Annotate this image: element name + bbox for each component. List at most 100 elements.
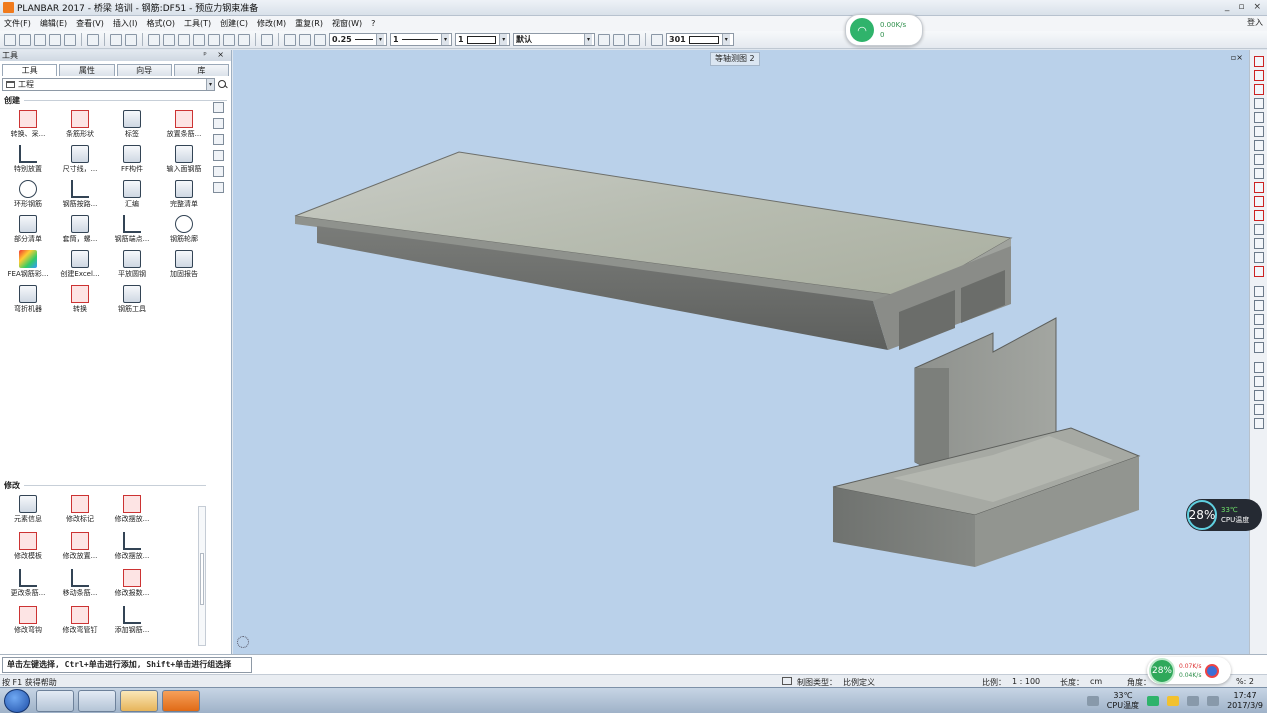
panel-side-icon[interactable] bbox=[213, 166, 224, 177]
menu-format[interactable]: 格式(O) bbox=[146, 18, 175, 29]
print-preview-icon[interactable] bbox=[64, 33, 76, 46]
tool-modify-hook[interactable]: 修改弯钩 bbox=[4, 606, 52, 635]
edit-icon[interactable] bbox=[1253, 238, 1264, 249]
tool-reinforce-report[interactable]: 加固报告 bbox=[160, 250, 208, 279]
volume-icon[interactable] bbox=[1207, 696, 1220, 706]
filter-icon[interactable] bbox=[1253, 342, 1264, 353]
cut-icon[interactable] bbox=[148, 33, 160, 46]
tool-modify-layout[interactable]: 修改摆放... bbox=[108, 532, 156, 561]
tool-modify-placement[interactable]: 修改摆放... bbox=[108, 495, 156, 524]
tool-flat-round-bar[interactable]: 平放圆钢 bbox=[108, 250, 156, 279]
tool-bar-end[interactable]: 钢筋端点... bbox=[108, 215, 156, 244]
filter-icon[interactable] bbox=[1253, 362, 1264, 373]
copy-icon[interactable] bbox=[1253, 154, 1264, 165]
delete-icon[interactable] bbox=[193, 33, 205, 46]
tool-label-tag[interactable]: 标签 bbox=[108, 110, 156, 139]
tool-bending-machine[interactable]: 弯折机器 bbox=[4, 285, 52, 314]
menu-help[interactable]: ? bbox=[371, 19, 375, 28]
brush-icon[interactable] bbox=[1253, 286, 1264, 297]
funnel-icon[interactable] bbox=[1253, 418, 1264, 429]
tool-bar-path[interactable]: 钢筋按路... bbox=[56, 180, 104, 209]
tool-change-bar[interactable]: 更改条筋... bbox=[4, 569, 52, 598]
pen-thickness-select[interactable]: 0.25 ▾ bbox=[329, 33, 387, 46]
tool-element-info[interactable]: 元素信息 bbox=[4, 495, 52, 524]
minimize-button[interactable]: _ bbox=[1225, 2, 1230, 12]
search-icon[interactable] bbox=[217, 79, 229, 91]
menu-view[interactable]: 查看(V) bbox=[76, 18, 104, 29]
stretch-icon[interactable] bbox=[1253, 112, 1264, 123]
copy-icon[interactable] bbox=[163, 33, 175, 46]
mirror-line-icon[interactable] bbox=[1253, 140, 1264, 151]
scrollbar-thumb[interactable] bbox=[200, 553, 204, 605]
tool-fea-color[interactable]: FEA钢筋彩... bbox=[4, 250, 52, 279]
tab-properties[interactable]: 属性 bbox=[59, 64, 115, 76]
menu-window[interactable]: 视窗(W) bbox=[332, 18, 362, 29]
tool-modify-bend-pin[interactable]: 修改弯管钉 bbox=[56, 606, 104, 635]
signal-icon[interactable] bbox=[1187, 696, 1200, 706]
clock[interactable]: 17:47 2017/3/9 bbox=[1227, 691, 1263, 711]
style-number-select[interactable]: 301 ▾ bbox=[666, 33, 734, 46]
tool-add-rebar[interactable]: 添加钢筋... bbox=[108, 606, 156, 635]
keyboard-icon[interactable] bbox=[1086, 696, 1099, 706]
start-button[interactable] bbox=[4, 689, 30, 713]
pencil-red-icon[interactable] bbox=[1253, 70, 1264, 81]
tool-ff-component[interactable]: FF构件 bbox=[108, 145, 156, 174]
cpu-temperature-widget[interactable]: 28% 33℃ CPU温度 bbox=[1186, 499, 1262, 531]
pen-icon[interactable] bbox=[299, 33, 311, 46]
resize-icon[interactable] bbox=[1253, 252, 1264, 263]
tool-bar-outline[interactable]: 钢筋轮廓 bbox=[160, 215, 208, 244]
pipette-icon[interactable] bbox=[314, 33, 326, 46]
tool-modify-template[interactable]: 修改模板 bbox=[4, 532, 52, 561]
modify-scrollbar[interactable] bbox=[198, 506, 206, 646]
menu-tools[interactable]: 工具(T) bbox=[184, 18, 211, 29]
tab-library[interactable]: 库 bbox=[173, 64, 229, 76]
tab-tools[interactable]: 工具 bbox=[2, 64, 58, 76]
open-file-icon[interactable] bbox=[19, 33, 31, 46]
cube-view-icon[interactable] bbox=[238, 33, 250, 46]
tool-bar-shape[interactable]: 条筋形状 bbox=[56, 110, 104, 139]
format-paint-icon[interactable] bbox=[284, 33, 296, 46]
panel-side-icon[interactable] bbox=[213, 102, 224, 113]
align-icon[interactable] bbox=[1253, 300, 1264, 311]
chevron-down-icon[interactable]: ▾ bbox=[721, 34, 730, 45]
plot-icon[interactable] bbox=[49, 33, 61, 46]
modify-red-icon[interactable] bbox=[1253, 182, 1264, 193]
close-button[interactable]: × bbox=[1253, 2, 1261, 12]
project-select[interactable]: 工程 ▾ bbox=[2, 78, 215, 91]
undo-icon[interactable] bbox=[110, 33, 122, 46]
chevron-down-icon[interactable]: ▾ bbox=[376, 34, 384, 45]
tool-partial-list[interactable]: 部分清单 bbox=[4, 215, 52, 244]
pencil-red-icon[interactable] bbox=[1253, 84, 1264, 95]
tool-move-bar[interactable]: 移动条筋... bbox=[56, 569, 104, 598]
filter-icon[interactable] bbox=[1253, 314, 1264, 325]
network-speed-widget[interactable]: ◠ 0.00K/s 0 bbox=[845, 14, 923, 46]
menu-modify[interactable]: 修改(M) bbox=[257, 18, 286, 29]
taskbar-app-media[interactable] bbox=[120, 690, 158, 712]
tool-full-list[interactable]: 完整清单 bbox=[160, 180, 208, 209]
funnel-icon[interactable] bbox=[1253, 404, 1264, 415]
filter-icon[interactable] bbox=[1253, 328, 1264, 339]
menu-create[interactable]: 创建(C) bbox=[220, 18, 248, 29]
restore-button[interactable]: ▫ bbox=[1238, 2, 1244, 12]
modify-red-icon[interactable] bbox=[1253, 210, 1264, 221]
tool-coupler[interactable]: 套筒，螺... bbox=[56, 215, 104, 244]
sum-icon[interactable] bbox=[1253, 390, 1264, 401]
paste-icon[interactable] bbox=[178, 33, 190, 46]
menu-edit[interactable]: 编辑(E) bbox=[40, 18, 67, 29]
tool-special-place[interactable]: 特别放置 bbox=[4, 145, 52, 174]
taskbar-app-planbar[interactable] bbox=[162, 690, 200, 712]
chevron-down-icon[interactable]: ▾ bbox=[206, 79, 214, 90]
mirror-icon[interactable] bbox=[1253, 98, 1264, 109]
menu-file[interactable]: 文件(F) bbox=[4, 18, 31, 29]
layer-select[interactable]: 默认 ▾ bbox=[513, 33, 595, 46]
tray-cpu-temp[interactable]: 33℃ CPU温度 bbox=[1107, 691, 1139, 711]
edit-icon[interactable] bbox=[1253, 224, 1264, 235]
chevron-down-icon[interactable]: ▾ bbox=[584, 34, 592, 45]
taskbar-app-explorer[interactable] bbox=[78, 690, 116, 712]
length-unit-value[interactable]: cm bbox=[1090, 677, 1102, 686]
tool-ring-bar[interactable]: 环形钢筋 bbox=[4, 180, 52, 209]
panel-side-icon[interactable] bbox=[213, 182, 224, 193]
menu-insert[interactable]: 插入(I) bbox=[113, 18, 138, 29]
chevron-down-icon[interactable]: ▾ bbox=[441, 34, 449, 45]
tool-input-mesh[interactable]: 输入面钢筋 bbox=[160, 145, 208, 174]
